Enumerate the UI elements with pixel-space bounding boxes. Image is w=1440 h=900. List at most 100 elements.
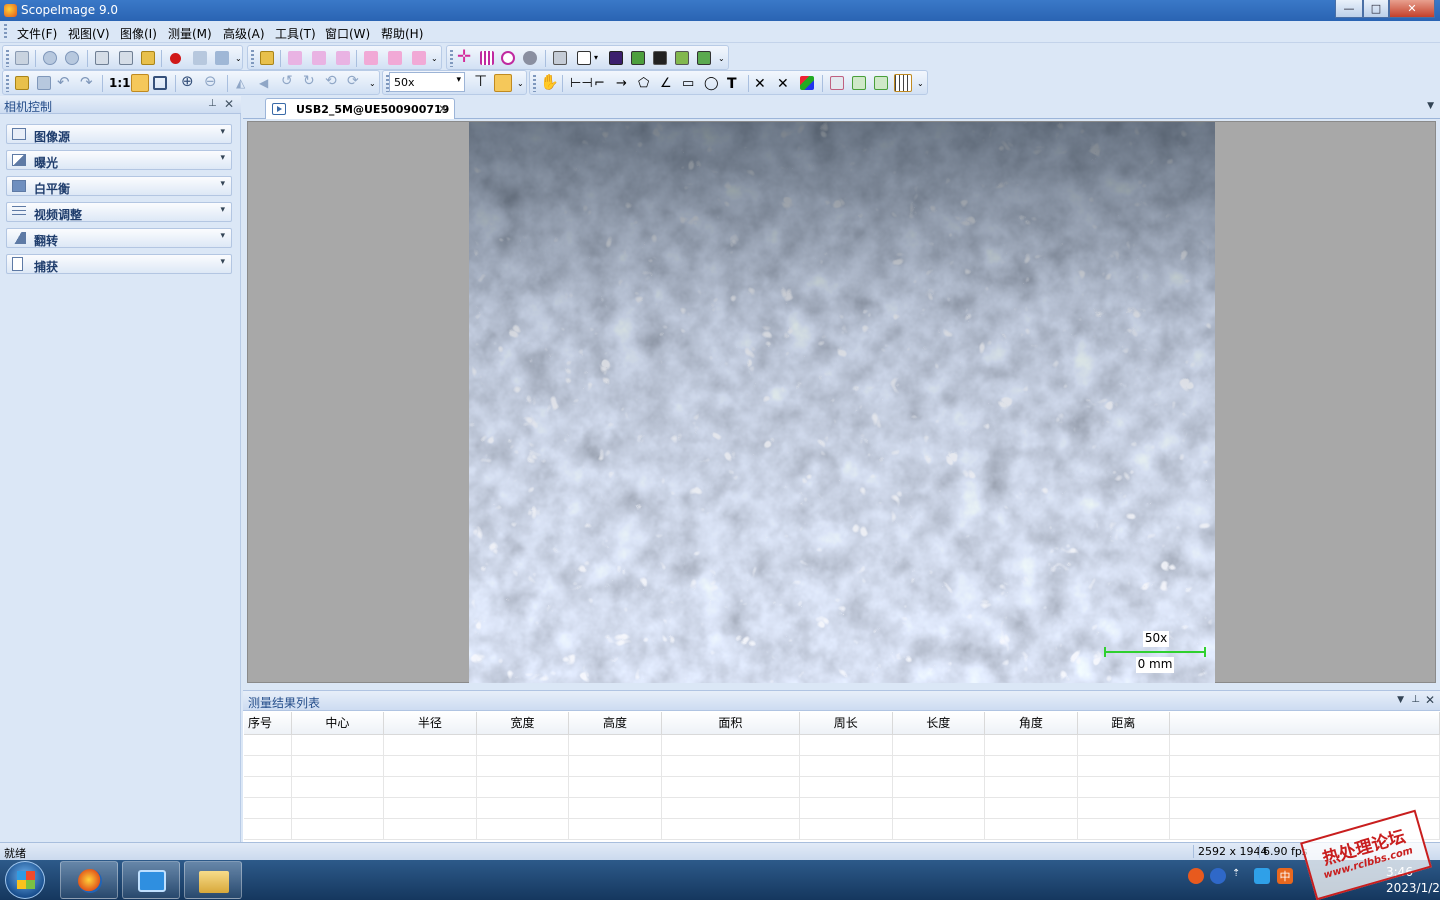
section-flip[interactable]: 翻转 ▾ (6, 228, 232, 248)
col-radius[interactable]: 半径 (383, 712, 477, 735)
toolbar-grip[interactable] (450, 50, 453, 67)
tab-live-camera[interactable]: USB2_5M@UE500900719 ✕ (265, 98, 455, 119)
start-button[interactable] (5, 861, 45, 899)
tab-list-chevron-icon[interactable]: ▼ (1427, 101, 1434, 111)
circle-icon[interactable]: ◯ (704, 76, 719, 91)
target-icon[interactable] (501, 51, 515, 65)
pause-icon[interactable] (65, 51, 79, 65)
microscope-image[interactable]: 50x 0 mm (469, 122, 1215, 683)
undo-icon[interactable]: ↶ (57, 73, 70, 91)
open-icon[interactable] (15, 76, 29, 90)
grid-icon[interactable] (480, 51, 494, 65)
color-map-icon[interactable] (609, 51, 623, 65)
snapshot-icon[interactable] (95, 51, 109, 65)
section-white-balance[interactable]: 白平衡 ▾ (6, 176, 232, 196)
save-icon[interactable] (37, 76, 51, 90)
toolbar-grip[interactable] (533, 75, 536, 92)
add-op-icon[interactable] (364, 51, 378, 65)
col-height[interactable]: 高度 (568, 712, 662, 735)
zoom-in-icon[interactable]: ⊕ (181, 72, 194, 90)
color-select-icon[interactable] (800, 76, 814, 90)
or-op-icon[interactable] (312, 51, 326, 65)
image-green-icon[interactable] (631, 51, 645, 65)
toolbar-overflow-icon[interactable]: ⌄ (917, 79, 924, 88)
col-index[interactable]: 序号 (244, 712, 292, 735)
toolbar-overflow-icon[interactable]: ⌄ (431, 54, 438, 63)
hdr-icon[interactable] (653, 51, 667, 65)
col-area[interactable]: 面积 (661, 712, 801, 735)
close-button[interactable]: ✕ (1389, 0, 1435, 18)
arrow-icon[interactable]: → (616, 76, 627, 91)
toolbar-overflow-icon[interactable]: ⌄ (517, 79, 524, 88)
delete-all-icon[interactable]: ✕ (777, 76, 789, 92)
help-icon[interactable] (1210, 868, 1226, 884)
taskbar-app-browser[interactable] (60, 861, 118, 899)
open-folder-icon[interactable] (141, 51, 155, 65)
toolbar-overflow-icon[interactable]: ⌄ (235, 54, 242, 63)
multi-snapshot-icon[interactable] (119, 51, 133, 65)
toolbar-grip[interactable] (251, 50, 254, 67)
calibrate-icon[interactable] (523, 51, 537, 65)
menu-view[interactable]: 视图(V) (68, 25, 110, 42)
image-viewer[interactable]: 50x 0 mm (247, 121, 1436, 683)
dropdown-arrow-icon[interactable]: ▾ (594, 53, 598, 62)
clock-date[interactable]: 2023/1/29 (1386, 881, 1440, 895)
xor-op-icon[interactable] (336, 51, 350, 65)
network-icon[interactable]: ⇡ (1232, 868, 1242, 884)
record-icon[interactable] (170, 53, 181, 64)
scale-marker-icon[interactable] (494, 74, 512, 92)
magnification-select[interactable]: 50x ▾ (389, 72, 465, 92)
fit-window-icon[interactable] (131, 74, 149, 92)
flip-horizontal-icon[interactable]: ◀ (259, 76, 268, 90)
image-frame-icon[interactable] (553, 51, 567, 65)
multiply-op-icon[interactable] (412, 51, 426, 65)
rotate-90-left-icon[interactable]: ⟲ (325, 73, 337, 89)
chevron-down-icon[interactable]: ▾ (456, 75, 461, 85)
col-angle[interactable]: 角度 (984, 712, 1078, 735)
maximize-button[interactable]: □ (1363, 0, 1389, 18)
menu-tools[interactable]: 工具(T) (275, 25, 316, 42)
text-tool-icon[interactable]: T (727, 76, 737, 92)
menubar-grip[interactable] (4, 24, 7, 39)
panel-close-icon[interactable]: ✕ (224, 97, 234, 111)
layout-icon[interactable] (830, 76, 844, 90)
rotate-90-right-icon[interactable]: ⟳ (347, 73, 359, 89)
toolbar-overflow-icon[interactable]: ⌄ (718, 54, 725, 63)
rotate-left-icon[interactable]: ↺ (281, 73, 293, 89)
section-image-source[interactable]: 图像源 ▾ (6, 124, 232, 144)
flip-vertical-icon[interactable]: ◭ (236, 76, 245, 90)
record-stop-icon[interactable] (215, 51, 229, 65)
taskbar-app-explorer[interactable] (184, 861, 242, 899)
delete-icon[interactable]: ✕ (754, 76, 766, 92)
taskbar-app-scopeimage[interactable] (122, 861, 180, 899)
rotate-right-icon[interactable]: ↻ (303, 73, 315, 89)
minimize-button[interactable]: — (1335, 0, 1363, 18)
menu-help[interactable]: 帮助(H) (381, 25, 423, 42)
play-icon[interactable] (43, 51, 57, 65)
pin-icon[interactable]: ⊥ (208, 98, 217, 109)
toolbar-grip[interactable] (6, 75, 9, 92)
pin-icon[interactable]: ⊥ (1411, 694, 1420, 705)
menu-image[interactable]: 图像(I) (120, 25, 157, 42)
actual-size-button[interactable]: 1:1 (109, 76, 131, 90)
toolbar-overflow-icon[interactable]: ⌄ (369, 79, 376, 88)
section-exposure[interactable]: 曝光 ▾ (6, 150, 232, 170)
crosshair-icon[interactable]: ✛ (457, 47, 471, 67)
menu-advanced[interactable]: 高级(A) (223, 25, 265, 42)
menu-file[interactable]: 文件(F) (17, 25, 57, 42)
toolbar-grip[interactable] (6, 50, 9, 67)
image-process-icon[interactable] (697, 51, 711, 65)
results-close-icon[interactable]: ✕ (1425, 693, 1435, 707)
contrast-icon[interactable] (577, 51, 591, 65)
camera-tray-icon[interactable] (1254, 868, 1270, 884)
import-icon[interactable] (260, 51, 274, 65)
results-dropdown-icon[interactable]: ▼ (1397, 695, 1404, 705)
image-adjust-icon[interactable] (675, 51, 689, 65)
scale-bar-icon[interactable]: ⊤ (474, 72, 487, 90)
col-width[interactable]: 宽度 (476, 712, 570, 735)
col-perimeter[interactable]: 周长 (799, 712, 893, 735)
polyline-icon[interactable]: ⌐ (594, 76, 605, 91)
and-op-icon[interactable] (288, 51, 302, 65)
col-distance[interactable]: 距离 (1077, 712, 1171, 735)
sogou-ime-icon[interactable] (1188, 868, 1204, 884)
